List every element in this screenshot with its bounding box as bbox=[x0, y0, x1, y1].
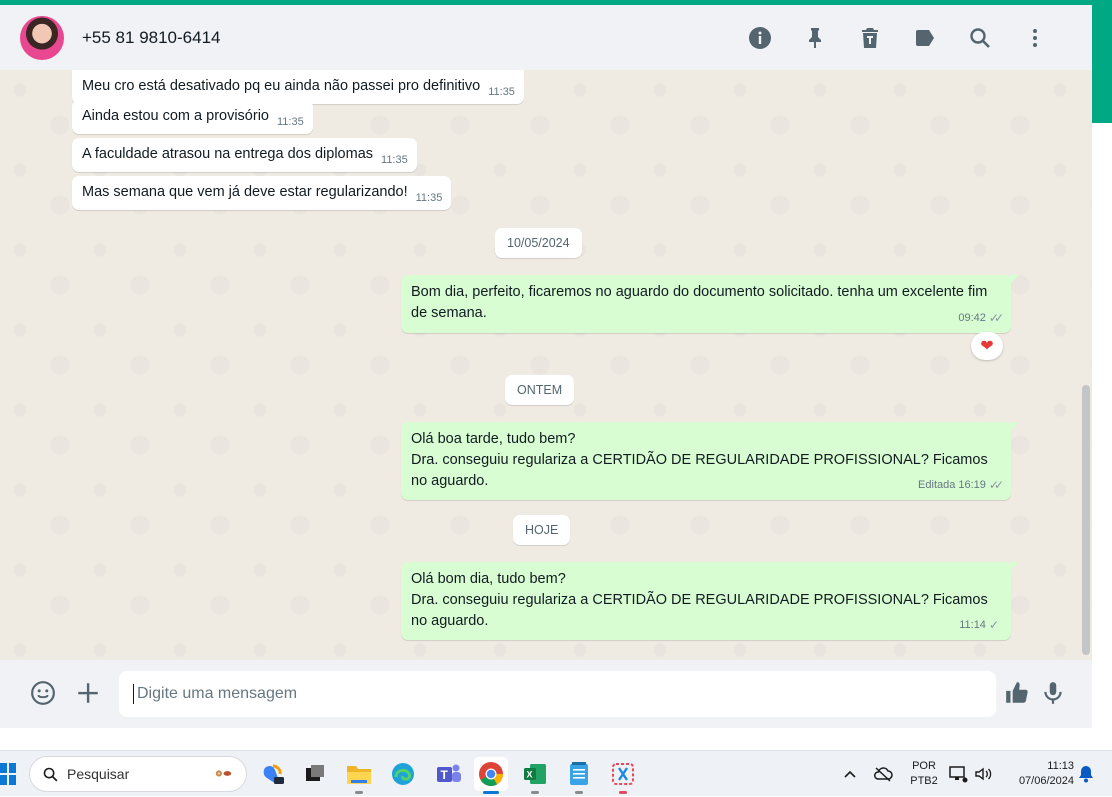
window-right-edge bbox=[1092, 123, 1112, 750]
message-incoming[interactable]: Mas semana que vem já deve estar regular… bbox=[72, 176, 452, 210]
message-incoming[interactable]: Ainda estou com a provisório 11:35 bbox=[72, 100, 313, 134]
message-input[interactable] bbox=[119, 671, 996, 717]
date-separator: ONTEM bbox=[505, 375, 575, 405]
input-language[interactable]: POR PTB2 bbox=[906, 759, 942, 789]
whatsapp-chat-window: +55 81 9810-6414 Meu cro está desativado… bbox=[0, 5, 1092, 728]
message-text: A faculdade atrasou na entrega dos diplo… bbox=[82, 146, 374, 162]
message-text-line: Dra. conseguiu regulariza a CERTIDÃO DE … bbox=[411, 452, 988, 489]
cloud-offline-icon[interactable] bbox=[873, 751, 893, 797]
message-time: 16:19 bbox=[958, 479, 986, 491]
edited-label: Editada bbox=[918, 479, 956, 491]
clock-date: 07/06/2024 bbox=[1018, 775, 1074, 787]
message-text-line: Dra. conseguiu regulariza a CERTIDÃO DE … bbox=[411, 592, 988, 629]
attach-plus-icon[interactable] bbox=[72, 677, 104, 709]
running-indicator bbox=[355, 791, 363, 794]
message-text: Bom dia, perfeito, ficaremos no aguardo … bbox=[411, 284, 988, 321]
search-label: Pesquisar bbox=[67, 766, 130, 782]
heart-reaction-icon[interactable]: ❤ bbox=[971, 332, 1003, 360]
message-text-line: Olá bom dia, tudo bem? bbox=[411, 571, 566, 587]
contact-name[interactable]: +55 81 9810-6414 bbox=[82, 28, 221, 48]
notepad-icon[interactable] bbox=[562, 757, 596, 794]
volume-icon[interactable] bbox=[974, 751, 994, 797]
message-time: 09:42 bbox=[958, 312, 986, 324]
language-code: POR bbox=[912, 760, 936, 772]
running-indicator bbox=[575, 791, 583, 794]
active-indicator bbox=[483, 791, 499, 794]
show-hidden-icons-icon[interactable] bbox=[843, 751, 857, 797]
task-view-icon[interactable] bbox=[298, 757, 332, 791]
teams-icon[interactable]: T bbox=[432, 757, 466, 791]
message-time: 11:14 bbox=[959, 619, 986, 631]
svg-text:X: X bbox=[527, 770, 533, 780]
bubble-tail bbox=[1009, 275, 1019, 285]
scrollbar-thumb[interactable] bbox=[1082, 385, 1090, 655]
snipping-tool-icon[interactable] bbox=[606, 757, 640, 794]
message-outgoing[interactable]: Bom dia, perfeito, ficaremos no aguardo … bbox=[401, 275, 1019, 333]
svg-text:T: T bbox=[441, 768, 449, 782]
window-accent-strip bbox=[1092, 5, 1112, 123]
avatar[interactable] bbox=[20, 15, 64, 60]
taskbar-clock[interactable]: 11:13 07/06/2024 bbox=[1004, 759, 1074, 789]
message-text-line: Olá boa tarde, tudo bem? bbox=[411, 431, 576, 447]
taskbar-search[interactable]: Pesquisar bbox=[29, 756, 247, 792]
more-vertical-icon[interactable] bbox=[1007, 18, 1062, 58]
windows-taskbar: Pesquisar T X POR PTB2 11:13 07/06/2024 bbox=[0, 750, 1112, 796]
file-explorer-icon[interactable] bbox=[342, 757, 376, 794]
clock-time: 11:13 bbox=[1047, 760, 1074, 772]
message-list[interactable]: Meu cro está desativado pq eu ainda não … bbox=[0, 70, 1092, 660]
message-outgoing[interactable]: Olá boa tarde, tudo bem? Dra. conseguiu … bbox=[401, 422, 1019, 500]
windows-start-icon[interactable] bbox=[0, 763, 16, 785]
network-icon[interactable] bbox=[949, 751, 969, 797]
message-meta: 11:14 ✓ bbox=[959, 615, 1003, 636]
message-text: Ainda estou com a provisório bbox=[82, 108, 269, 124]
running-indicator bbox=[619, 791, 627, 794]
keyboard-layout: PTB2 bbox=[910, 775, 938, 787]
label-icon[interactable] bbox=[897, 18, 952, 58]
check-icon: ✓ bbox=[988, 618, 999, 632]
date-separator: HOJE bbox=[513, 515, 571, 545]
message-meta: Editada 16:19 ✓✓ bbox=[918, 475, 1004, 496]
message-meta: 09:42 ✓✓ bbox=[958, 308, 1004, 329]
message-incoming[interactable]: A faculdade atrasou na entrega dos diplo… bbox=[72, 138, 417, 172]
microphone-icon[interactable] bbox=[1037, 677, 1069, 709]
chat-scrollbar[interactable] bbox=[1082, 75, 1090, 655]
edge-icon[interactable] bbox=[386, 757, 420, 791]
message-incoming[interactable]: Meu cro está desativado pq eu ainda não … bbox=[72, 70, 524, 104]
emoji-icon[interactable] bbox=[27, 677, 59, 709]
notification-bell-icon[interactable] bbox=[1078, 751, 1094, 797]
info-icon[interactable] bbox=[732, 18, 787, 58]
thumbs-up-icon[interactable] bbox=[1001, 677, 1033, 709]
copilot-icon[interactable] bbox=[256, 757, 290, 791]
chrome-icon[interactable] bbox=[474, 757, 508, 794]
excel-icon[interactable]: X bbox=[518, 757, 552, 794]
message-time: 11:35 bbox=[415, 192, 443, 204]
search-icon bbox=[43, 767, 58, 781]
date-separator: 10/05/2024 bbox=[495, 228, 582, 258]
message-time: 11:35 bbox=[277, 116, 304, 128]
chat-header[interactable]: +55 81 9810-6414 bbox=[0, 5, 1092, 70]
trash-icon[interactable] bbox=[842, 18, 897, 58]
search-highlight-icon bbox=[215, 770, 232, 777]
double-check-icon: ✓✓ bbox=[988, 311, 1004, 325]
message-outgoing[interactable]: Olá bom dia, tudo bem? Dra. conseguiu re… bbox=[401, 562, 1019, 640]
message-composer bbox=[0, 660, 1092, 728]
message-time: 11:35 bbox=[488, 86, 515, 98]
message-text: Mas semana que vem já deve estar regular… bbox=[82, 184, 408, 200]
bubble-tail bbox=[1009, 562, 1019, 572]
bubble-tail bbox=[1009, 422, 1019, 432]
text-cursor bbox=[133, 684, 134, 704]
header-actions bbox=[732, 5, 1062, 70]
message-time: 11:35 bbox=[381, 154, 408, 166]
desktop-gap bbox=[0, 728, 1112, 750]
double-check-icon: ✓✓ bbox=[988, 478, 1004, 492]
search-icon[interactable] bbox=[952, 18, 1007, 58]
pin-icon[interactable] bbox=[787, 18, 842, 58]
running-indicator bbox=[531, 791, 539, 794]
message-text: Meu cro está desativado pq eu ainda não … bbox=[82, 78, 481, 94]
